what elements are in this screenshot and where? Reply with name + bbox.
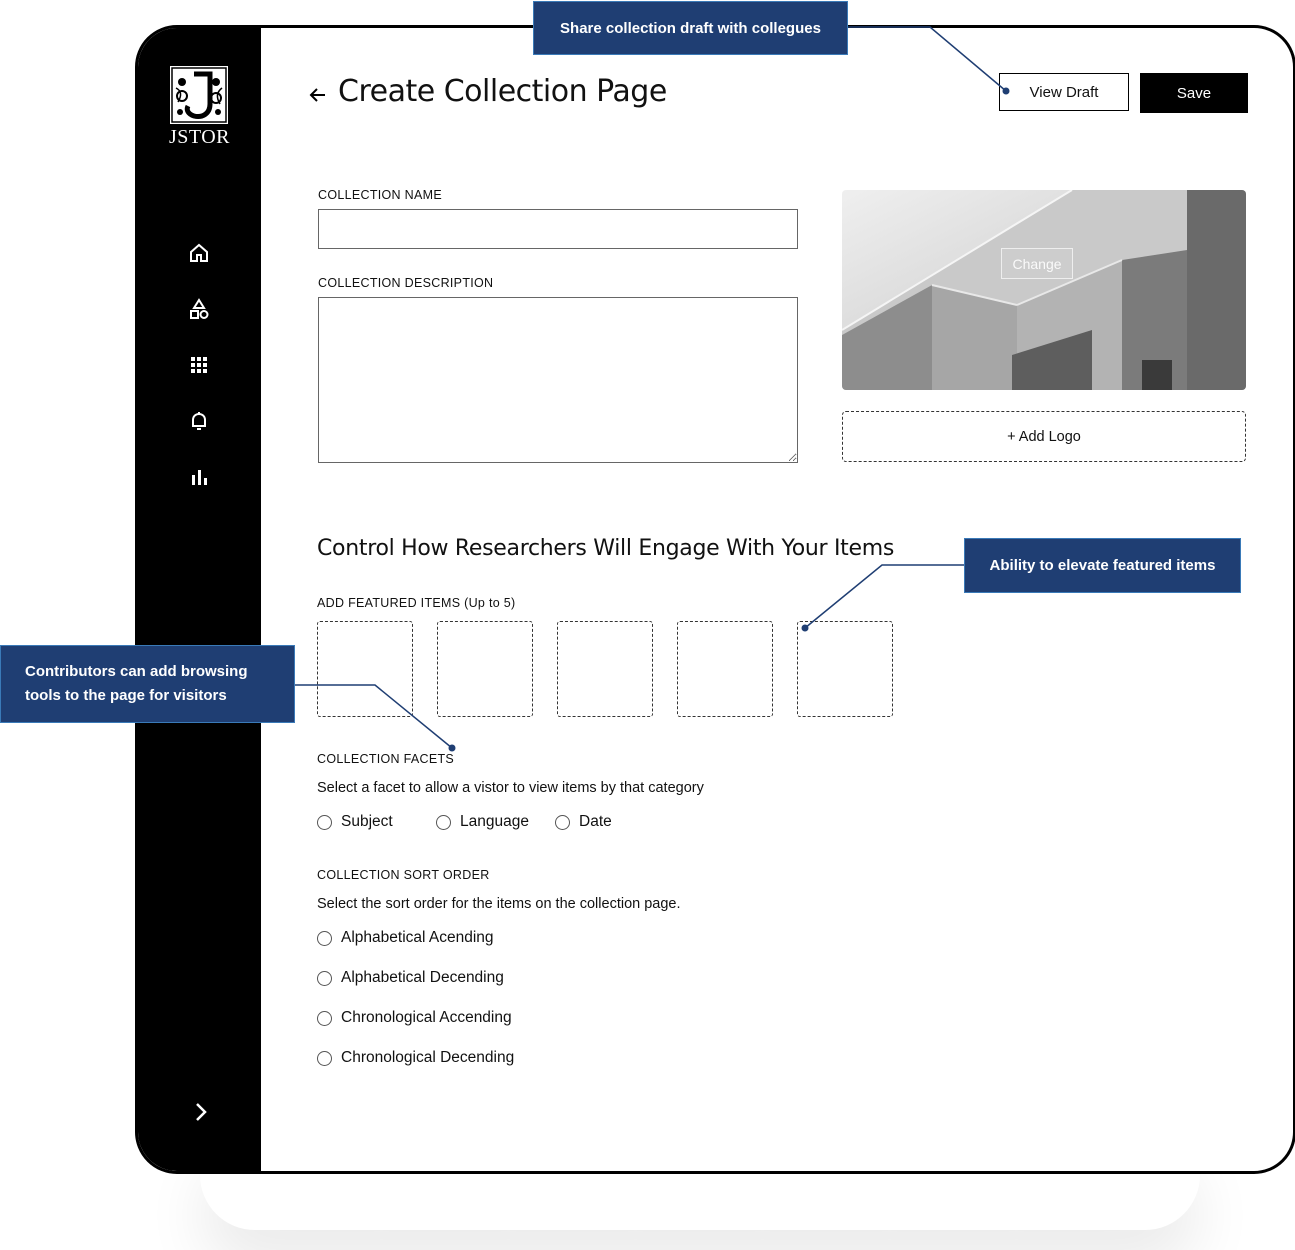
featured-item-slot[interactable]: [797, 621, 893, 717]
app-window: JSTOR Create Collection Page View Draft …: [135, 25, 1295, 1174]
main-content: Create Collection Page View Draft Save C…: [261, 28, 1293, 1171]
featured-items-label: ADD FEATURED ITEMS (Up to 5): [317, 596, 516, 610]
sort-option-alpha-desc[interactable]: Alphabetical Decending: [317, 969, 504, 987]
home-icon[interactable]: [187, 241, 211, 265]
save-button[interactable]: Save: [1140, 73, 1248, 113]
radio-button[interactable]: [317, 1050, 332, 1066]
engage-section-title: Control How Researchers Will Engage With…: [317, 536, 894, 561]
sort-option-chrono-asc[interactable]: Chronological Accending: [317, 1009, 512, 1027]
radio-button[interactable]: [317, 970, 332, 986]
collection-name-label: COLLECTION NAME: [318, 188, 442, 202]
view-draft-button[interactable]: View Draft: [999, 73, 1129, 111]
featured-item-slot[interactable]: [557, 621, 653, 717]
facet-option-label: Language: [460, 813, 529, 830]
callout-share-draft: Share collection draft with collegues: [533, 1, 848, 55]
bell-icon[interactable]: [187, 409, 211, 433]
facets-description: Select a facet to allow a vistor to view…: [317, 780, 704, 796]
featured-item-slot[interactable]: [437, 621, 533, 717]
back-arrow-icon[interactable]: [308, 83, 328, 107]
collection-hero-image: Change: [842, 190, 1246, 390]
sort-order-label: COLLECTION SORT ORDER: [317, 868, 490, 882]
collection-description-label: COLLECTION DESCRIPTION: [318, 276, 494, 290]
facet-option-date[interactable]: Date: [555, 813, 612, 831]
bar-chart-icon[interactable]: [187, 465, 211, 489]
sort-option-chrono-desc[interactable]: Chronological Decending: [317, 1049, 514, 1067]
logo-text: JSTOR: [168, 126, 231, 148]
radio-button[interactable]: [317, 930, 332, 946]
page-title: Create Collection Page: [338, 74, 667, 109]
collection-description-textarea[interactable]: [318, 297, 798, 463]
radio-button[interactable]: [555, 814, 570, 830]
callout-browsing-tools: Contributors can add browsing tools to t…: [0, 645, 295, 723]
grid-icon[interactable]: [187, 353, 211, 377]
collection-name-input[interactable]: [318, 209, 798, 249]
radio-button[interactable]: [317, 814, 332, 830]
radio-button[interactable]: [317, 1010, 332, 1026]
featured-item-slot[interactable]: [317, 621, 413, 717]
collection-facets-label: COLLECTION FACETS: [317, 752, 455, 766]
jstor-logo[interactable]: [170, 66, 228, 124]
sidebar: JSTOR: [138, 28, 261, 1171]
chevron-right-icon[interactable]: [188, 1100, 212, 1124]
sort-option-label: Alphabetical Decending: [341, 969, 504, 986]
shapes-icon[interactable]: [187, 297, 211, 321]
radio-button[interactable]: [436, 814, 451, 830]
add-logo-button[interactable]: + Add Logo: [842, 411, 1246, 462]
facet-option-label: Date: [579, 813, 612, 830]
change-image-button[interactable]: Change: [1001, 248, 1073, 279]
featured-item-slot[interactable]: [677, 621, 773, 717]
callout-line: Contributors can add browsing: [25, 663, 248, 680]
sort-option-label: Chronological Decending: [341, 1049, 515, 1066]
facet-option-label: Subject: [341, 813, 393, 830]
facet-option-language[interactable]: Language: [436, 813, 529, 831]
sort-order-description: Select the sort order for the items on t…: [317, 896, 681, 912]
sort-option-alpha-asc[interactable]: Alphabetical Acending: [317, 929, 494, 947]
facet-option-subject[interactable]: Subject: [317, 813, 393, 831]
sort-option-label: Alphabetical Acending: [341, 929, 494, 946]
sort-option-label: Chronological Accending: [341, 1009, 512, 1026]
callout-line: tools to the page for visitors: [25, 687, 227, 704]
callout-featured-items: Ability to elevate featured items: [964, 538, 1241, 593]
